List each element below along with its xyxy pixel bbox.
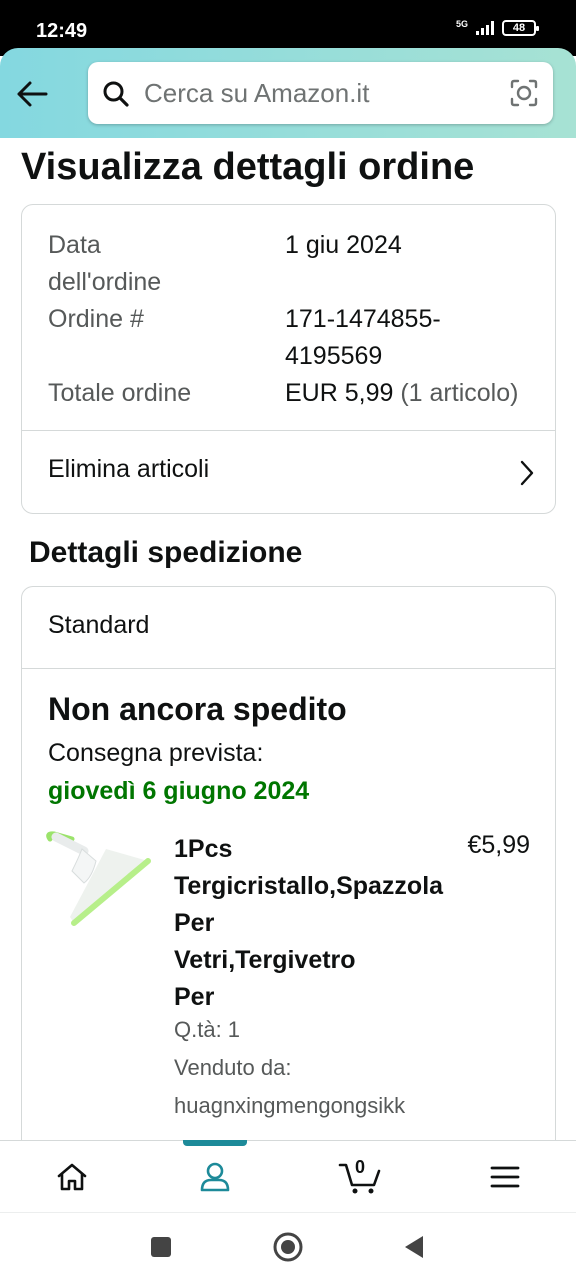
order-number-row: Ordine # 171-1474855- 4195569 [48,301,441,370]
remove-items-button[interactable]: Elimina articoli [22,431,555,514]
product-title-line: Per [174,909,215,937]
camera-lens-icon[interactable] [509,78,539,108]
order-number-label: Ordine # [48,305,144,333]
chevron-right-icon [520,460,534,486]
order-total-items: (1 articolo) [400,379,519,407]
back-system-button[interactable] [398,1231,430,1263]
order-number-value-line2: 4195569 [285,342,383,370]
status-time: 12:49 [36,20,88,42]
app-header [0,48,576,138]
search-bar[interactable] [88,62,553,124]
cart-count: 0 [355,1157,366,1177]
divider [22,668,555,669]
search-input[interactable] [144,72,484,114]
status-icons: 5G 48 [455,18,539,36]
order-total-label: Totale ordine [48,379,192,407]
shipping-method: Standard [48,611,150,639]
menu-icon [490,1166,520,1188]
shipment-status: Non ancora spedito [48,691,347,727]
triangle-back-icon [405,1236,423,1258]
nav-menu[interactable] [433,1141,576,1213]
delivery-label: Consegna prevista: [48,739,264,767]
order-date-row: Data dell'ordine 1 giu 2024 [48,227,402,301]
nav-account[interactable] [143,1141,287,1213]
remove-items-label: Elimina articoli [48,455,210,483]
product-title-line: Vetri,Tergivetro [174,946,356,974]
product-price: €5,99 [467,831,530,859]
shipment-card: Standard Non ancora spedito Consegna pre… [21,586,556,1146]
network-type: 5G [455,18,468,29]
product-quantity: Q.tà: 1 [174,1017,241,1042]
product-image[interactable] [44,831,154,931]
order-total-value: EUR 5,99 (1 articolo) [285,375,570,412]
order-total-amount: EUR 5,99 [285,379,394,407]
order-date-label-line2: dell'ordine [48,268,162,296]
search-icon [103,81,129,107]
seller-name: huagnxingmengongsikk [174,1093,406,1118]
order-number-value: 171-1474855- 4195569 [285,301,570,375]
nav-home[interactable] [0,1141,144,1213]
order-summary-card: Data dell'ordine 1 giu 2024 Ordine # 171… [21,204,556,514]
product-title-line: Tergicristallo,Spazzola [174,872,444,900]
product-title-link[interactable]: 1Pcs Tergicristallo,Spazzola Per Vetri,T… [174,831,474,1016]
bottom-nav: 0 [0,1140,576,1212]
account-icon [200,1162,230,1192]
circle-icon [273,1232,303,1262]
page-title: Visualizza dettagli ordine [21,146,475,188]
recents-button[interactable] [145,1231,177,1263]
order-date-label-line1: Data [48,231,101,259]
home-system-button[interactable] [272,1231,304,1263]
system-nav-bar [0,1212,576,1280]
shipping-section-title: Dettagli spedizione [29,536,303,569]
order-total-row: Totale ordine EUR 5,99 (1 articolo) [48,375,518,412]
order-date-value: 1 giu 2024 [285,231,402,259]
product-title-line: Per [174,983,215,1011]
home-icon [57,1163,87,1191]
product-title-line: 1Pcs [174,835,233,863]
seller-label: Venduto da: [174,1055,292,1080]
order-number-value-line1: 171-1474855- [285,305,441,333]
delivery-date: giovedì 6 giugno 2024 [48,777,310,805]
signal-icon [476,21,494,35]
nav-cart[interactable]: 0 [288,1141,432,1213]
battery-icon: 48 [502,20,539,36]
back-arrow-icon[interactable] [14,76,50,112]
square-icon [151,1237,171,1257]
